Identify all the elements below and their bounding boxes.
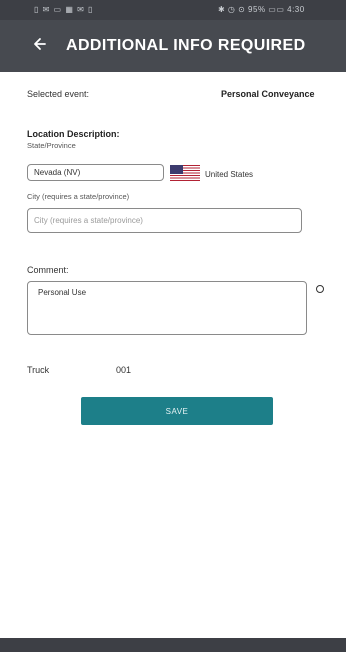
save-button[interactable]: SAVE — [81, 397, 273, 425]
status-bar: ▯ ✉ ▭ ▦ ✉ ▯ ✱ ◷ ⊙ 95% ▭▭ 4:30 — [0, 0, 346, 20]
state-province-label: State/Province — [27, 141, 76, 150]
system-nav-bar — [0, 638, 346, 652]
status-bar-right: ✱ ◷ ⊙ 95% ▭▭ 4:30 — [218, 5, 305, 14]
country-label: United States — [205, 170, 254, 179]
comment-textarea[interactable]: Personal Use — [27, 281, 307, 335]
city-input[interactable]: City (requires a state/province) — [27, 208, 302, 233]
us-flag-icon[interactable] — [170, 165, 200, 181]
form-content: Selected event: Personal Conveyance Loca… — [0, 72, 346, 638]
back-arrow-icon[interactable] — [30, 34, 50, 54]
city-label: City (requires a state/province) — [27, 192, 130, 201]
selected-event-label: Selected event: — [27, 89, 90, 99]
state-province-input[interactable]: Nevada (NV) — [27, 164, 164, 181]
screen: ▯ ✉ ▭ ▦ ✉ ▯ ✱ ◷ ⊙ 95% ▭▭ 4:30 ADDITIONAL… — [0, 0, 346, 652]
selected-event-value: Personal Conveyance — [221, 89, 315, 99]
app-header: ADDITIONAL INFO REQUIRED — [0, 20, 346, 72]
circle-icon[interactable] — [316, 285, 324, 293]
truck-value: 001 — [116, 365, 132, 375]
location-description-title: Location Description: — [27, 129, 120, 139]
page-title: ADDITIONAL INFO REQUIRED — [66, 37, 306, 54]
truck-label: Truck — [27, 365, 50, 375]
status-bar-left: ▯ ✉ ▭ ▦ ✉ ▯ — [34, 5, 94, 14]
comment-label: Comment: — [27, 265, 69, 275]
